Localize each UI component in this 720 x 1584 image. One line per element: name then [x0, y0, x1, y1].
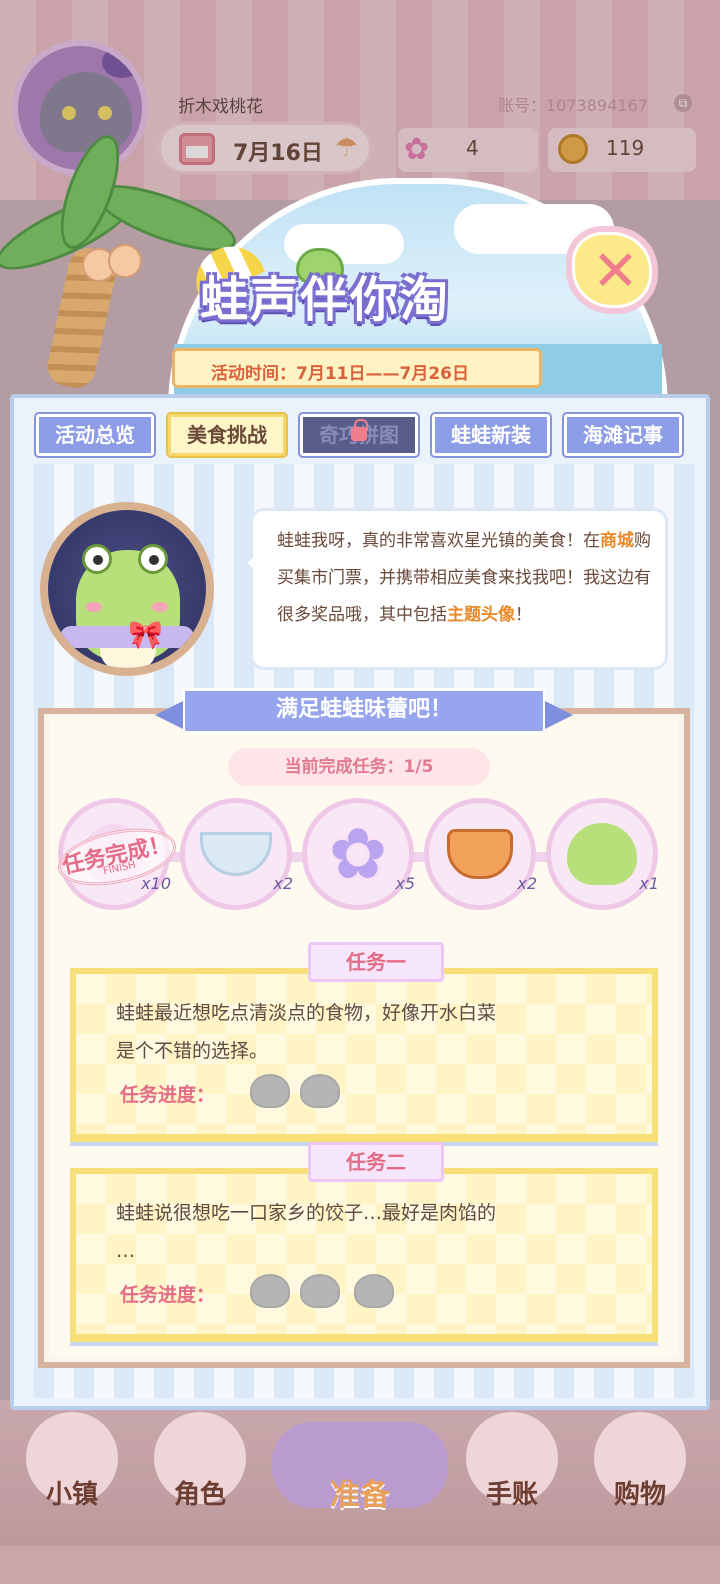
shell-icon	[300, 1274, 340, 1308]
task-card-2[interactable]: 任务二 蛙蛙说很想吃一口家乡的饺子…最好是肉馅的… 任务进度：	[70, 1142, 658, 1342]
nav-shop[interactable]: 购物	[580, 1412, 700, 1532]
nav-role[interactable]: 角色	[140, 1412, 260, 1532]
intro-text: 蛙蛙我呀，真的非常喜欢星光镇的美食！在商城购买集市门票，并携带相应美食来找我吧！…	[277, 531, 651, 625]
shell-icon	[354, 1274, 394, 1308]
task-card-1[interactable]: 任务一 蛙蛙最近想吃点清淡点的食物，好像开水白菜 是个不错的选择。 任务进度：	[70, 942, 658, 1142]
nav-town[interactable]: 小镇	[12, 1412, 132, 1532]
task-description: 蛙蛙说很想吃一口家乡的饺子…最好是肉馅的…	[116, 1202, 497, 1262]
tab-overview[interactable]: 活动总览	[34, 412, 156, 458]
tab-puzzle[interactable]: 奇巧拼图	[298, 412, 420, 458]
task-description: 蛙蛙最近想吃点清淡点的食物，好像开水白菜 是个不错的选择。	[116, 1002, 497, 1062]
activity-time-ribbon: 活动时间：7月11日——7月26日	[172, 348, 542, 388]
tab-beach-notes[interactable]: 海滩记事	[562, 412, 684, 458]
reward-track: x10 任务完成！ FINISH x2 ✿ x5 x2 x1	[52, 798, 674, 918]
reward-count: x2	[273, 874, 293, 893]
tab-food-challenge[interactable]: 美食挑战	[166, 412, 288, 458]
activity-title: 蛙声伴你淘	[200, 272, 451, 328]
close-icon: ✕	[592, 239, 639, 304]
nav-prepare[interactable]: 准备	[262, 1412, 458, 1542]
system-navigation-bar	[0, 1546, 720, 1584]
activity-time: 活动时间：7月11日——7月26日	[211, 364, 469, 384]
frog-avatar-icon	[567, 823, 637, 885]
reward-count: x5	[395, 874, 415, 893]
close-button[interactable]: ✕	[566, 226, 658, 314]
task-tag: 任务二	[308, 1142, 444, 1182]
reward-item-1[interactable]: x10 任务完成！ FINISH	[52, 798, 182, 910]
shell-icon	[250, 1274, 290, 1308]
reward-item-2[interactable]: x2	[180, 798, 293, 910]
shell-icon	[250, 1074, 290, 1108]
task-progress-label: 任务进度：	[120, 1284, 216, 1306]
lock-icon	[351, 419, 368, 441]
task-tag: 任务一	[308, 942, 444, 982]
section-title: 满足蛙蛙味蕾吧！	[155, 688, 573, 734]
shell-icon	[300, 1074, 340, 1108]
task-progress-label: 任务进度：	[120, 1084, 216, 1106]
theme-avatar-highlight: 主题头像	[447, 605, 515, 625]
task-progress-summary: 当前完成任务：1/5	[228, 748, 490, 786]
reward-item-4[interactable]: x2	[424, 798, 537, 910]
food-can-icon	[447, 829, 513, 879]
frog-portrait: 🎀	[40, 502, 214, 676]
reward-item-3[interactable]: ✿ x5	[302, 798, 415, 910]
shop-link[interactable]: 商城	[600, 531, 634, 551]
nav-journal[interactable]: 手账	[452, 1412, 572, 1532]
bow-icon: 🎀	[128, 618, 163, 651]
reward-item-5[interactable]: x1	[546, 798, 659, 910]
rainbow-flower-icon: ✿	[328, 813, 388, 895]
frog-speech-bubble: 蛙蛙我呀，真的非常喜欢星光镇的美食！在商城购买集市门票，并携带相应美食来找我吧！…	[247, 508, 668, 670]
cabbage-soup-icon	[200, 832, 272, 876]
reward-count: x2	[517, 874, 537, 893]
reward-count: x1	[639, 874, 659, 893]
activity-panel: 活动总览 美食挑战 奇巧拼图 蛙蛙新装 海滩记事 🎀 蛙蛙我呀，真的非常喜欢星光…	[10, 394, 710, 1410]
tab-frog-outfit[interactable]: 蛙蛙新装	[430, 412, 552, 458]
reward-count: x10	[141, 874, 171, 893]
